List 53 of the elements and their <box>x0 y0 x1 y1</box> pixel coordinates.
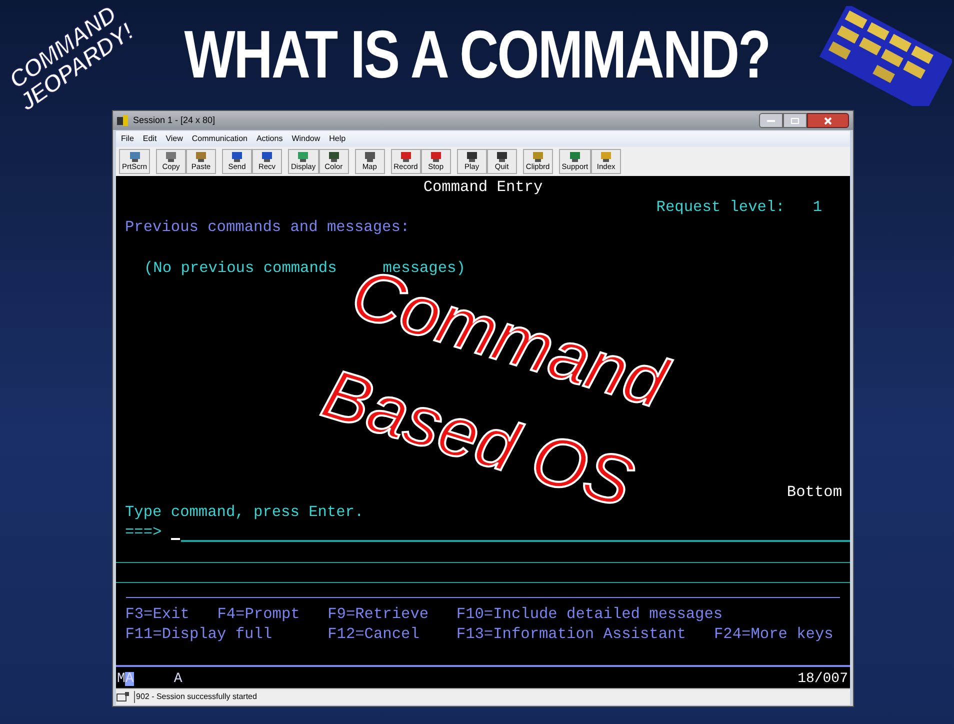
keyboard-mode-label: A <box>174 672 182 686</box>
cursor-position: 18/007 <box>798 672 849 686</box>
close-button[interactable] <box>807 113 849 128</box>
session-icon <box>116 691 130 703</box>
screen-title: Command Entry <box>423 180 543 195</box>
menu-item[interactable]: Actions <box>256 133 283 145</box>
screen-icon <box>261 152 274 162</box>
request-label: Request level: <box>656 200 785 216</box>
screen-icon <box>165 152 178 162</box>
screen-icon <box>128 152 140 162</box>
screen-icon <box>231 152 244 162</box>
status-message: 902 - Session successfully started <box>134 691 257 703</box>
menu-item[interactable]: Window <box>292 133 320 145</box>
screen-icon <box>400 152 412 162</box>
menu-item[interactable]: View <box>166 133 183 145</box>
input-line[interactable] <box>116 582 850 583</box>
function-key-label[interactable]: F11=Display full <box>125 627 272 642</box>
prompt-text: Type command, press Enter. <box>125 505 364 520</box>
screen-icon <box>195 152 208 162</box>
screen-icon <box>328 152 340 162</box>
menu-item[interactable]: Help <box>329 133 346 145</box>
function-key-label[interactable]: F24=More keys <box>714 627 834 642</box>
command-input-field[interactable] <box>180 540 850 542</box>
menu-item[interactable]: Communication <box>192 133 248 145</box>
request-value: 1 <box>812 200 822 216</box>
history-heading: Previous commands and messages: <box>125 220 410 236</box>
function-key-label[interactable]: F3=Exit <box>125 606 190 622</box>
input-line[interactable] <box>116 562 850 563</box>
command-arrow: ===> <box>125 525 162 541</box>
screen-icon <box>466 152 478 162</box>
screen-icon <box>568 152 581 162</box>
close-icon <box>824 116 832 124</box>
history-text: (No previous commands <box>144 260 337 276</box>
screen-icon <box>600 152 612 162</box>
screen-icon <box>430 152 442 162</box>
app-icon <box>117 115 129 126</box>
menu-item[interactable]: Edit <box>142 133 157 145</box>
function-key-label[interactable]: F9=Retrieve <box>328 606 429 622</box>
function-key-label[interactable]: F4=Prompt <box>217 606 300 622</box>
minimize-button[interactable] <box>759 113 783 128</box>
function-key-label[interactable]: F13=Information Assistant <box>456 627 686 642</box>
position-indicator: Bottom <box>786 484 842 500</box>
slide-title: WHAT IS A COMMAND? <box>184 16 770 94</box>
maximize-button[interactable] <box>783 113 807 128</box>
menu-item[interactable]: File <box>121 133 134 145</box>
screen-icon <box>532 152 544 162</box>
function-key-label[interactable]: F10=Include detailed messages <box>456 606 723 622</box>
cursor <box>170 538 180 540</box>
function-key-label[interactable]: F12=Cancel <box>328 627 420 642</box>
screen-icon <box>496 152 508 162</box>
window-title: Session 1 - [24 x 80] <box>133 114 216 127</box>
screen-icon <box>297 152 310 162</box>
screen-icon <box>364 152 376 162</box>
